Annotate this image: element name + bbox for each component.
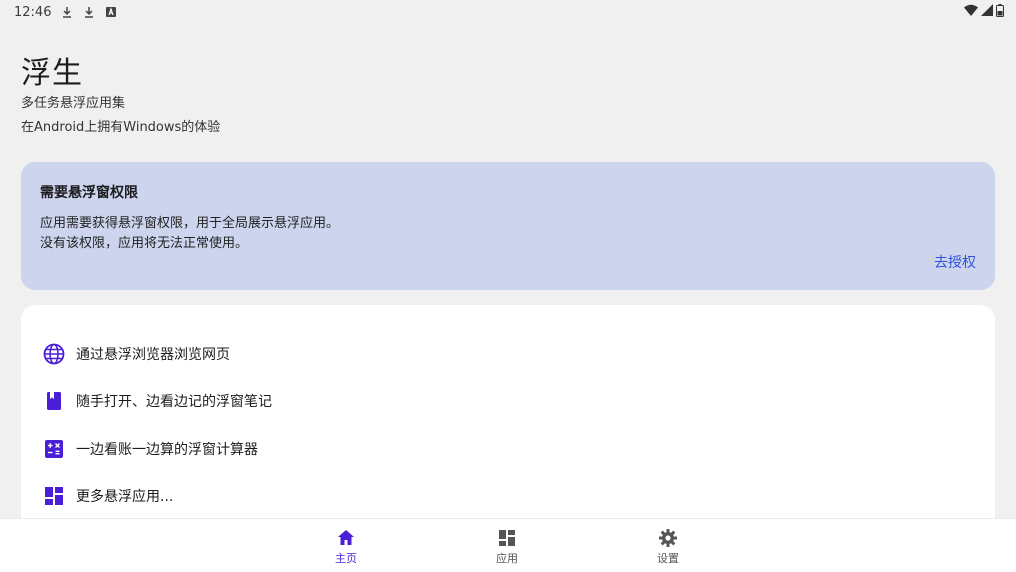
status-right — [964, 3, 1004, 21]
download-icon — [83, 6, 95, 18]
permission-body-line: 应用需要获得悬浮窗权限，用于全局展示悬浮应用。 — [40, 216, 340, 231]
app-description: 在Android上拥有Windows的体验 — [21, 120, 221, 135]
feature-list-card: 通过悬浮浏览器浏览网页 随手打开、边看边记的浮窗笔记 一边看账一边算的浮窗计算器 — [21, 305, 995, 545]
home-icon — [336, 528, 356, 548]
permission-body-line: 没有该权限，应用将无法正常使用。 — [40, 236, 249, 251]
apps-grid-icon — [497, 528, 517, 548]
feature-label: 更多悬浮应用... — [76, 489, 174, 505]
nav-item-settings[interactable]: 设置 — [638, 528, 698, 566]
nav-label: 应用 — [496, 552, 518, 565]
permission-body: 应用需要获得悬浮窗权限，用于全局展示悬浮应用。 没有该权限，应用将无法正常使用。 — [40, 214, 339, 254]
grant-permission-button[interactable]: 去授权 — [934, 252, 976, 272]
nav-item-apps[interactable]: 应用 — [477, 528, 537, 566]
calculator-icon — [43, 438, 65, 460]
signal-icon — [981, 4, 993, 20]
gear-icon — [658, 528, 678, 548]
feature-label: 随手打开、边看边记的浮窗笔记 — [76, 394, 272, 410]
app-title: 浮生 — [21, 56, 83, 91]
notification-icon — [105, 6, 117, 18]
feature-label: 一边看账一边算的浮窗计算器 — [76, 442, 258, 458]
status-bar: 12:46 — [0, 0, 1016, 24]
notebook-icon — [43, 390, 65, 412]
feature-item-more-apps[interactable]: 更多悬浮应用... — [43, 482, 173, 510]
permission-title: 需要悬浮窗权限 — [40, 185, 138, 201]
nav-label: 主页 — [335, 552, 357, 565]
wifi-icon — [964, 4, 978, 20]
battery-icon — [996, 3, 1004, 21]
feature-item-browser[interactable]: 通过悬浮浏览器浏览网页 — [43, 340, 230, 368]
status-time: 12:46 — [14, 4, 52, 20]
permission-card: 需要悬浮窗权限 应用需要获得悬浮窗权限，用于全局展示悬浮应用。 没有该权限，应用… — [21, 162, 995, 290]
feature-label: 通过悬浮浏览器浏览网页 — [76, 347, 230, 363]
download-icon — [61, 6, 73, 18]
status-left: 12:46 — [14, 5, 117, 20]
globe-icon — [43, 343, 65, 365]
bottom-navigation: 主页 应用 设置 — [0, 518, 1016, 572]
feature-item-notes[interactable]: 随手打开、边看边记的浮窗笔记 — [43, 387, 272, 415]
dashboard-icon — [43, 485, 65, 507]
nav-item-home[interactable]: 主页 — [316, 528, 376, 566]
nav-label: 设置 — [657, 552, 679, 565]
feature-item-calculator[interactable]: 一边看账一边算的浮窗计算器 — [43, 435, 258, 463]
app-subtitle: 多任务悬浮应用集 — [21, 96, 126, 111]
